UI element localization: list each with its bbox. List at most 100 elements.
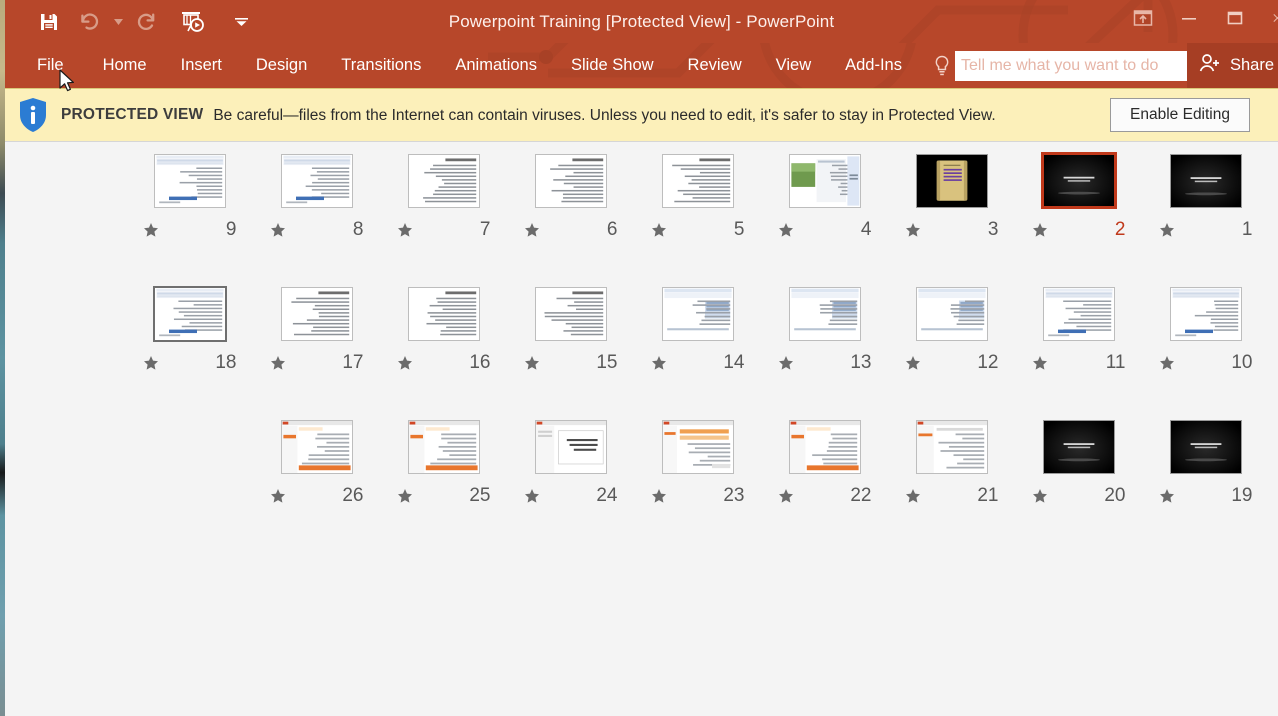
star-icon-wrap[interactable] xyxy=(1159,488,1175,504)
slide-preview[interactable] xyxy=(1170,287,1242,341)
star-icon-wrap[interactable] xyxy=(905,222,921,238)
slide-thumbnail-20[interactable]: 20 xyxy=(1015,418,1142,551)
tab-slide-show[interactable]: Slide Show xyxy=(554,43,671,88)
star-icon-wrap[interactable] xyxy=(905,355,921,371)
slide-thumbnail-22[interactable]: 22 xyxy=(761,418,888,551)
slide-thumbnail-6[interactable]: 6 xyxy=(507,152,634,285)
slide-thumbnail-25[interactable]: 25 xyxy=(380,418,507,551)
thumbnail-frame[interactable] xyxy=(660,418,736,475)
slide-preview[interactable] xyxy=(789,420,861,474)
thumbnail-frame[interactable] xyxy=(787,285,863,342)
star-icon-wrap[interactable] xyxy=(397,355,413,371)
slide-preview[interactable] xyxy=(662,420,734,474)
slide-preview[interactable] xyxy=(1043,287,1115,341)
tab-transitions[interactable]: Transitions xyxy=(324,43,438,88)
slide-thumbnail-11[interactable]: 11 xyxy=(1015,285,1142,418)
star-icon-wrap[interactable] xyxy=(397,488,413,504)
thumbnail-frame[interactable] xyxy=(787,152,863,209)
slide-thumbnail-9[interactable]: 9 xyxy=(126,152,253,285)
thumbnail-frame[interactable] xyxy=(533,152,609,209)
tab-animations[interactable]: Animations xyxy=(438,43,554,88)
slide-thumbnail-2[interactable]: 2 xyxy=(1015,152,1142,285)
slide-thumbnail-10[interactable]: 10 xyxy=(1142,285,1269,418)
thumbnail-frame[interactable] xyxy=(1041,285,1117,342)
star-icon-wrap[interactable] xyxy=(778,222,794,238)
star-icon-wrap[interactable] xyxy=(1032,488,1048,504)
ribbon-display-options-icon[interactable] xyxy=(1120,0,1166,36)
tell-me-input[interactable]: Tell me what you want to do xyxy=(955,51,1188,81)
slide-preview[interactable] xyxy=(408,287,480,341)
slide-preview[interactable] xyxy=(789,287,861,341)
star-icon-wrap[interactable] xyxy=(651,488,667,504)
minimize-icon[interactable] xyxy=(1166,0,1212,36)
tab-review[interactable]: Review xyxy=(671,43,759,88)
star-icon-wrap[interactable] xyxy=(651,355,667,371)
star-icon-wrap[interactable] xyxy=(1032,222,1048,238)
slide-preview[interactable] xyxy=(535,420,607,474)
slide-preview[interactable] xyxy=(281,420,353,474)
thumbnail-frame[interactable] xyxy=(406,285,482,342)
star-icon-wrap[interactable] xyxy=(651,222,667,238)
thumbnail-frame[interactable] xyxy=(914,152,990,209)
slide-thumbnail-18[interactable]: 18 xyxy=(126,285,253,418)
slide-preview[interactable] xyxy=(1043,420,1115,474)
thumbnail-frame[interactable] xyxy=(787,418,863,475)
thumbnail-frame[interactable] xyxy=(406,418,482,475)
slide-preview[interactable] xyxy=(408,154,480,208)
star-icon-wrap[interactable] xyxy=(778,488,794,504)
redo-icon[interactable] xyxy=(127,4,167,40)
slide-preview[interactable] xyxy=(916,420,988,474)
slide-preview[interactable] xyxy=(789,154,861,208)
undo-dropdown-icon[interactable] xyxy=(109,4,127,40)
slide-thumbnail-1[interactable]: 1 xyxy=(1142,152,1269,285)
star-icon-wrap[interactable] xyxy=(524,488,540,504)
thumbnail-frame[interactable] xyxy=(152,285,228,342)
slide-thumbnail-14[interactable]: 14 xyxy=(634,285,761,418)
slide-sorter-pane[interactable]: 9 8 7 6 5 4 3 2 1 18 17 16 15 14 13 12 1… xyxy=(5,142,1278,716)
thumbnail-frame[interactable] xyxy=(1041,418,1117,475)
undo-icon[interactable] xyxy=(69,4,109,40)
enable-editing-button[interactable]: Enable Editing xyxy=(1110,98,1250,132)
slide-thumbnail-7[interactable]: 7 xyxy=(380,152,507,285)
star-icon-wrap[interactable] xyxy=(143,355,159,371)
star-icon-wrap[interactable] xyxy=(1159,222,1175,238)
thumbnail-frame[interactable] xyxy=(1041,152,1117,209)
slide-thumbnail-21[interactable]: 21 xyxy=(888,418,1015,551)
thumbnail-frame[interactable] xyxy=(914,285,990,342)
star-icon-wrap[interactable] xyxy=(397,222,413,238)
thumbnail-frame[interactable] xyxy=(279,418,355,475)
slide-preview[interactable] xyxy=(662,287,734,341)
slide-thumbnail-12[interactable]: 12 xyxy=(888,285,1015,418)
slide-thumbnail-15[interactable]: 15 xyxy=(507,285,634,418)
slide-thumbnail-26[interactable]: 26 xyxy=(253,418,380,551)
slide-preview[interactable] xyxy=(281,287,353,341)
thumbnail-frame[interactable] xyxy=(1168,152,1244,209)
thumbnail-frame[interactable] xyxy=(1168,285,1244,342)
slide-preview[interactable] xyxy=(662,154,734,208)
slide-thumbnail-8[interactable]: 8 xyxy=(253,152,380,285)
start-presentation-icon[interactable] xyxy=(167,4,219,40)
slide-preview[interactable] xyxy=(153,286,227,342)
close-icon[interactable] xyxy=(1258,0,1278,36)
slide-thumbnail-19[interactable]: 19 xyxy=(1142,418,1269,551)
thumbnail-frame[interactable] xyxy=(279,152,355,209)
slide-preview[interactable] xyxy=(154,154,226,208)
thumbnail-frame[interactable] xyxy=(914,418,990,475)
slide-preview[interactable] xyxy=(1170,154,1242,208)
thumbnail-frame[interactable] xyxy=(152,152,228,209)
tab-add-ins[interactable]: Add-Ins xyxy=(828,43,919,88)
slide-preview[interactable] xyxy=(1041,152,1117,209)
star-icon-wrap[interactable] xyxy=(524,222,540,238)
slide-thumbnail-4[interactable]: 4 xyxy=(761,152,888,285)
star-icon-wrap[interactable] xyxy=(1159,355,1175,371)
thumbnail-frame[interactable] xyxy=(1168,418,1244,475)
slide-preview[interactable] xyxy=(408,420,480,474)
thumbnail-frame[interactable] xyxy=(406,152,482,209)
thumbnail-frame[interactable] xyxy=(279,285,355,342)
slide-thumbnail-17[interactable]: 17 xyxy=(253,285,380,418)
slide-preview[interactable] xyxy=(535,154,607,208)
slide-thumbnail-5[interactable]: 5 xyxy=(634,152,761,285)
thumbnail-frame[interactable] xyxy=(660,285,736,342)
slide-thumbnail-23[interactable]: 23 xyxy=(634,418,761,551)
thumbnail-frame[interactable] xyxy=(533,285,609,342)
